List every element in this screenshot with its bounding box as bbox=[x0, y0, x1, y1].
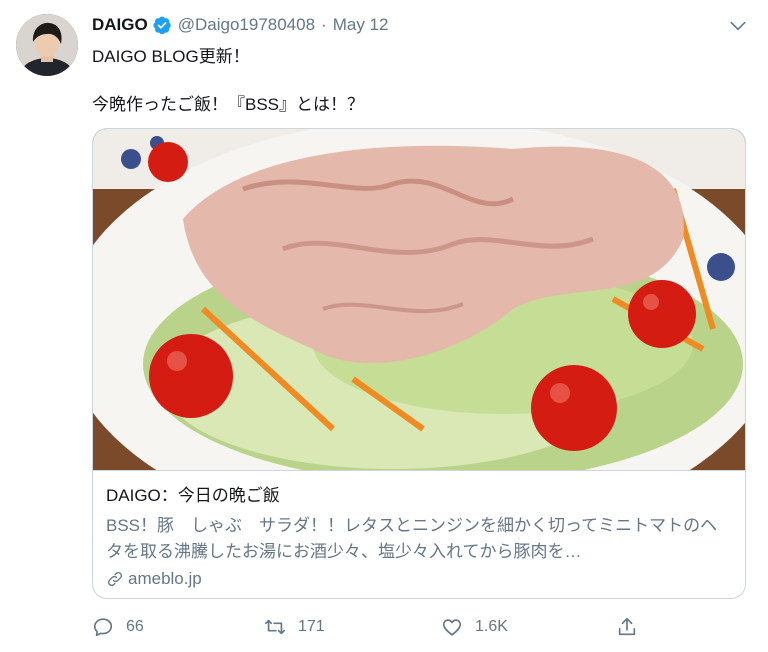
chevron-down-icon[interactable] bbox=[728, 16, 748, 36]
card-image[interactable] bbox=[93, 129, 746, 470]
tweet-date[interactable]: May 12 bbox=[333, 15, 389, 35]
tweet-line-1: DAIGO BLOG更新！ bbox=[92, 47, 250, 66]
tweet-header: DAIGO @Daigo19780408 · May 12 bbox=[92, 12, 388, 38]
separator-dot: · bbox=[321, 15, 327, 34]
card-domain: ameblo.jp bbox=[106, 568, 202, 590]
like-button[interactable]: 1.6K bbox=[441, 612, 508, 642]
author-handle[interactable]: @Daigo19780408 bbox=[178, 15, 315, 35]
verified-badge-icon bbox=[152, 15, 172, 35]
retweet-count: 171 bbox=[298, 618, 325, 635]
share-icon bbox=[618, 617, 636, 636]
heart-icon bbox=[442, 619, 462, 636]
card-body[interactable]: DAIGO：今日の晩ご飯 BSS！豚 しゃぶ サラダ！！レタスとニンジンを細かく… bbox=[93, 470, 745, 598]
avatar[interactable] bbox=[16, 14, 78, 76]
card-description: BSS！豚 しゃぶ サラダ！！レタスとニンジンを細かく切ってミニトマトのヘタを取… bbox=[106, 516, 718, 561]
author-name[interactable]: DAIGO bbox=[92, 15, 148, 35]
tweet-actions: 66 171 1.6K bbox=[92, 612, 652, 642]
share-button[interactable] bbox=[616, 612, 650, 642]
card-domain-text: ameblo.jp bbox=[128, 569, 202, 588]
reply-icon bbox=[93, 618, 113, 637]
tweet-text: DAIGO BLOG更新！ 今晩作ったご飯！『BSS』とは！？ bbox=[92, 44, 364, 118]
reply-count: 66 bbox=[126, 618, 144, 635]
tweet-line-2: 今晩作ったご飯！『BSS』とは！？ bbox=[92, 95, 365, 114]
link-card[interactable]: DAIGO：今日の晩ご飯 BSS！豚 しゃぶ サラダ！！レタスとニンジンを細かく… bbox=[92, 128, 746, 599]
like-count: 1.6K bbox=[475, 618, 508, 635]
retweet-button[interactable]: 171 bbox=[264, 612, 325, 642]
link-icon bbox=[107, 571, 123, 587]
reply-button[interactable]: 66 bbox=[92, 612, 144, 642]
card-title: DAIGO：今日の晩ご飯 bbox=[106, 486, 280, 505]
retweet-icon bbox=[265, 619, 285, 635]
